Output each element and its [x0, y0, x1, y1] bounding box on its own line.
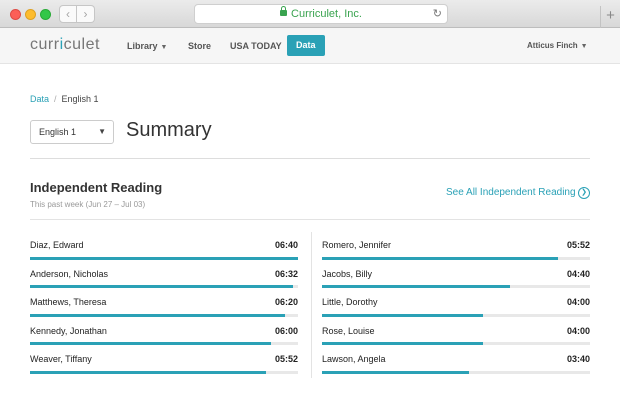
student-row[interactable]: Anderson, Nicholas 06:32: [30, 262, 298, 291]
section-date-range: This past week (Jun 27 – Jul 03): [30, 200, 146, 209]
student-row[interactable]: Diaz, Edward 06:40: [30, 233, 298, 262]
divider: [30, 158, 590, 159]
column-divider: [311, 232, 312, 378]
breadcrumb: Data / English 1: [30, 94, 99, 104]
progress-fill: [322, 342, 483, 345]
reading-time: 06:00: [274, 325, 298, 336]
progress-track: [322, 370, 590, 374]
class-select-value: English 1: [39, 127, 77, 137]
student-row[interactable]: Lawson, Angela 03:40: [322, 347, 590, 376]
minimize-window-button[interactable]: [25, 9, 36, 20]
student-row[interactable]: Weaver, Tiffany 05:52: [30, 347, 298, 376]
chevron-left-icon: ‹: [66, 7, 70, 21]
student-name: Lawson, Angela: [322, 354, 386, 364]
student-name: Romero, Jennifer: [322, 240, 392, 250]
nav-store[interactable]: Store: [188, 28, 211, 64]
arrow-right-circle-icon[interactable]: ❯: [578, 187, 590, 199]
app-header: curriculet Library ▼ Store USA TODAY Data…: [0, 28, 620, 64]
progress-track: [322, 285, 590, 288]
progress-track: [322, 256, 590, 260]
reading-time: 05:52: [566, 240, 590, 250]
divider: [30, 219, 590, 220]
page-title: Summary: [126, 119, 212, 141]
section-title: Independent Reading: [30, 180, 163, 195]
progress-fill: [322, 256, 558, 260]
reload-icon[interactable]: ↻: [433, 5, 442, 23]
breadcrumb-data-link[interactable]: Data: [30, 94, 49, 104]
progress-track: [30, 256, 298, 260]
student-row[interactable]: Jacobs, Billy 04:40: [322, 262, 590, 291]
chevron-down-icon: ▼: [98, 127, 106, 136]
address-bar-text: Curriculet, Inc.: [291, 8, 362, 21]
see-all-independent-reading-link[interactable]: See All Independent Reading: [446, 187, 576, 198]
progress-fill: [322, 285, 510, 288]
new-tab-button[interactable]: +: [600, 6, 620, 28]
student-row[interactable]: Matthews, Theresa 06:20: [30, 290, 298, 319]
reading-time: 03:40: [566, 354, 590, 364]
nav-data[interactable]: Data: [287, 35, 325, 56]
breadcrumb-separator: /: [54, 94, 57, 104]
student-name: Kennedy, Jonathan: [30, 325, 107, 336]
chevron-down-icon: ▼: [160, 44, 168, 51]
browser-toolbar: ‹ › Curriculet, Inc. ↻ +: [0, 0, 620, 28]
forward-button[interactable]: ›: [77, 5, 95, 23]
progress-fill: [322, 313, 483, 317]
student-list-left: Diaz, Edward 06:40 Anderson, Nicholas 06:32…: [30, 233, 298, 376]
student-name: Weaver, Tiffany: [30, 354, 92, 364]
progress-fill: [30, 313, 285, 317]
student-name: Jacobs, Billy: [322, 268, 373, 279]
breadcrumb-current: English 1: [61, 94, 99, 104]
student-row[interactable]: Rose, Louise 04:00: [322, 319, 590, 348]
student-name: Matthews, Theresa: [30, 297, 107, 307]
student-row[interactable]: Little, Dorothy 04:00: [322, 290, 590, 319]
reading-time: 04:00: [566, 325, 590, 336]
reading-time: 04:00: [566, 297, 590, 307]
progress-fill: [30, 342, 272, 345]
progress-track: [30, 370, 298, 374]
class-select[interactable]: English 1 ▼: [30, 120, 114, 144]
lock-icon: [280, 6, 288, 17]
progress-track: [30, 285, 298, 288]
student-name: Anderson, Nicholas: [30, 268, 109, 279]
zoom-window-button[interactable]: [40, 9, 51, 20]
chevron-down-icon: ▼: [580, 43, 588, 50]
student-name: Rose, Louise: [322, 325, 375, 336]
progress-track: [30, 313, 298, 317]
close-window-button[interactable]: [10, 9, 21, 20]
student-name: Diaz, Edward: [30, 240, 84, 250]
nav-library[interactable]: Library ▼: [127, 28, 167, 64]
nav-usa-today[interactable]: USA TODAY: [230, 28, 282, 64]
student-name: Little, Dorothy: [322, 297, 378, 307]
user-menu[interactable]: Atticus Finch ▼: [527, 28, 588, 64]
progress-fill: [30, 285, 293, 288]
student-row[interactable]: Romero, Jennifer 05:52: [322, 233, 590, 262]
chevron-right-icon: ›: [83, 7, 88, 21]
progress-track: [322, 313, 590, 317]
student-row[interactable]: Kennedy, Jonathan 06:00: [30, 319, 298, 348]
reading-time: 04:40: [566, 268, 590, 279]
progress-fill: [322, 370, 470, 374]
address-bar[interactable]: Curriculet, Inc. ↻: [194, 4, 448, 24]
reading-time: 05:52: [274, 354, 298, 364]
reading-time: 06:32: [274, 268, 298, 279]
student-list-right: Romero, Jennifer 05:52 Jacobs, Billy 04:40 L…: [322, 233, 590, 376]
progress-fill: [30, 370, 266, 374]
back-button[interactable]: ‹: [59, 5, 77, 23]
curriculet-logo[interactable]: curriculet: [30, 36, 100, 54]
reading-time: 06:20: [274, 297, 298, 307]
plus-icon: +: [606, 7, 615, 24]
reading-time: 06:40: [274, 240, 298, 250]
progress-track: [322, 342, 590, 345]
progress-fill: [30, 256, 298, 260]
progress-track: [30, 342, 298, 345]
